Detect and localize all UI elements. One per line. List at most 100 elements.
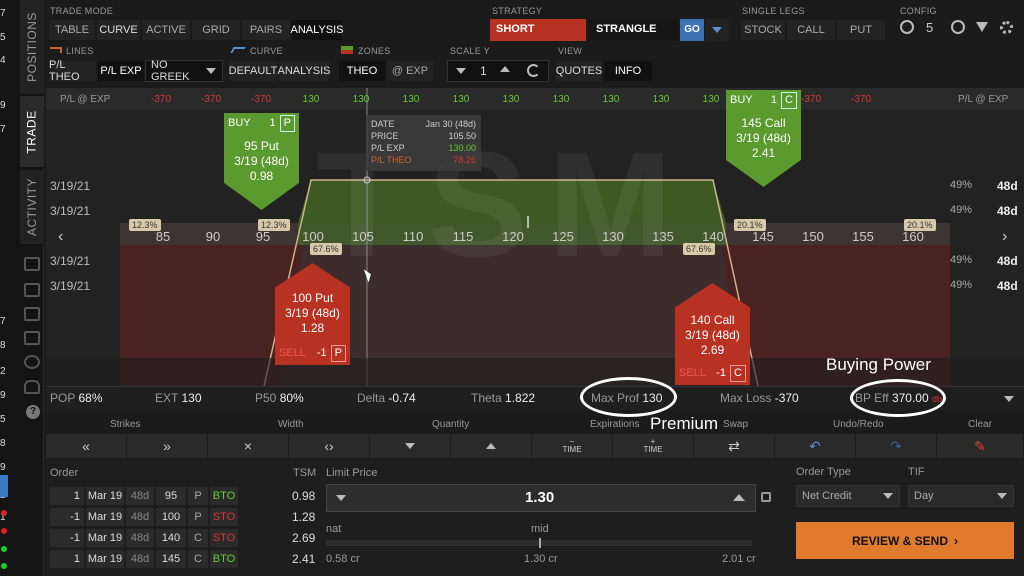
chevron-up-icon[interactable] (500, 66, 510, 72)
lines-group: P/L THEO P/L EXP NO GREEK (48, 59, 223, 83)
prob-badge: 12.3% (129, 219, 161, 231)
help-icon[interactable]: ? (26, 405, 40, 419)
leg-strike: 95 Put (244, 139, 279, 153)
chevron-up-icon[interactable] (733, 494, 745, 501)
leg-price: 2.41 (751, 146, 776, 160)
chevron-down-icon (997, 493, 1007, 499)
time-back-button[interactable]: − TIME (532, 434, 613, 458)
prob-percent: 49% (950, 254, 973, 266)
edge-number: 9 (0, 390, 6, 401)
grid-icon[interactable] (24, 331, 40, 345)
tif-select[interactable]: Day (908, 485, 1014, 507)
pl-value: -370 (850, 94, 871, 105)
line-pl-theo[interactable]: P/L THEO (48, 59, 97, 83)
line-pl-exp[interactable]: P/L EXP (97, 60, 145, 82)
view-info[interactable]: INFO (603, 60, 653, 82)
annotation-buying-power: Buying Power (826, 355, 931, 374)
strikes-right-button[interactable]: » (127, 434, 208, 458)
mode-analysis[interactable]: ANALYSIS (291, 19, 344, 41)
tab-trade[interactable]: TRADE (20, 96, 44, 168)
order-row[interactable]: -1 Mar 19 48d 100 P STO (50, 508, 238, 526)
stat-value: -370 (774, 391, 799, 405)
pl-value: 130 (302, 94, 320, 105)
chart-icon[interactable] (24, 307, 40, 321)
label-quantity: Quantity (432, 419, 470, 430)
review-send-button[interactable]: REVIEW & SEND › (796, 522, 1014, 559)
time-forward-button[interactable]: + TIME (613, 434, 694, 458)
quantity-down-button[interactable] (370, 434, 451, 458)
tab-positions[interactable]: POSITIONS (20, 0, 44, 95)
mode-active[interactable]: ACTIVE (141, 19, 191, 41)
leg-qty: -1 (716, 366, 727, 379)
order-type-select[interactable]: Net Credit (796, 485, 900, 507)
speedometer-icon[interactable] (24, 355, 40, 369)
mode-curve[interactable]: CURVE (96, 19, 141, 41)
redo-button[interactable]: ↷ (856, 434, 937, 458)
leg-put[interactable]: PUT (836, 19, 886, 41)
stat-max-profit: Max Prof 130 (591, 391, 662, 405)
leg-call[interactable]: CALL (786, 19, 836, 41)
chevron-down-icon (712, 27, 722, 33)
curve-default[interactable]: DEFAULT (228, 60, 278, 82)
mode-pairs[interactable]: PAIRS (241, 19, 291, 41)
stat-label: EXT (155, 391, 179, 405)
edge-number: 7 (0, 8, 6, 19)
clear-button[interactable]: ✎ (937, 434, 1024, 458)
chevron-right-icon[interactable]: › (1002, 228, 1007, 246)
filter-icon[interactable] (976, 22, 988, 32)
price-down-button[interactable] (336, 495, 346, 501)
strikes-left-button[interactable]: « (46, 434, 127, 458)
side-select[interactable]: SHORT (490, 19, 586, 41)
gear-icon[interactable] (1000, 21, 1013, 34)
order-qty: 1 (50, 487, 84, 505)
people-icon[interactable] (24, 380, 40, 394)
chevron-left-icon[interactable]: ‹ (58, 228, 63, 246)
chat-icon[interactable] (24, 283, 40, 297)
strike-tick: 90 (205, 229, 221, 244)
order-tag: BTO (210, 550, 238, 568)
strike-tick: 105 (352, 229, 374, 244)
go-button[interactable]: GO (680, 19, 704, 41)
tab-activity[interactable]: ACTIVITY (20, 170, 44, 245)
order-row[interactable]: 1 Mar 19 48d 145 C BTO (50, 550, 238, 568)
zoom-in-icon[interactable] (951, 20, 965, 34)
tsm-label: TSM (293, 467, 317, 479)
edge-number: 9 (0, 462, 6, 473)
zone-theo[interactable]: THEO (338, 60, 386, 82)
curve-label: CURVE (250, 46, 283, 56)
strategy-dropdown[interactable] (705, 19, 729, 41)
leg-expiry: 3/19 (48d) (285, 306, 340, 320)
chevron-down-icon (883, 493, 893, 499)
mode-table[interactable]: TABLE (48, 19, 96, 41)
quantity-up-button[interactable] (451, 434, 532, 458)
swap-button[interactable]: ⇄ (694, 434, 775, 458)
stat-label: Theta (471, 391, 502, 405)
price-slider-handle[interactable] (539, 538, 541, 548)
strike-tick: 140 (702, 229, 724, 244)
order-price: 2.41 (292, 552, 316, 566)
view-quotes[interactable]: QUOTES (555, 60, 603, 82)
reset-icon[interactable] (527, 64, 540, 77)
lock-icon[interactable] (761, 492, 771, 502)
mode-grid[interactable]: GRID (191, 19, 241, 41)
leg-stock[interactable]: STOCK (740, 19, 786, 41)
time-label: TIME (643, 445, 663, 454)
zone-exp[interactable]: @ EXP (386, 60, 434, 82)
list-icon[interactable] (24, 257, 40, 271)
scale-down[interactable] (456, 68, 466, 74)
undo-button[interactable]: ↶ (775, 434, 856, 458)
zoom-out-icon[interactable] (900, 20, 914, 34)
leg-type: P (330, 344, 346, 362)
order-row[interactable]: 1 Mar 19 48d 95 P BTO (50, 487, 238, 505)
curve-analysis[interactable]: ANALYSIS (278, 60, 331, 82)
expand-stats[interactable] (1004, 396, 1014, 402)
stat-bp-effect: BP Eff 370.00 db (855, 391, 942, 405)
order-row[interactable]: -1 Mar 19 48d 140 C STO (50, 529, 238, 547)
strategy-select[interactable]: STRANGLE (588, 19, 678, 41)
greek-select[interactable]: NO GREEK (145, 59, 223, 83)
strike-tick: 115 (452, 229, 474, 244)
analysis-plot[interactable]: TSM P/L @ EXP P/L @ EXP -370 -370 -370 130 1… (46, 88, 1024, 386)
order-dte: 48d (126, 550, 154, 568)
width-widen-button[interactable]: ‹› (289, 434, 370, 458)
width-narrow-button[interactable]: × (208, 434, 289, 458)
